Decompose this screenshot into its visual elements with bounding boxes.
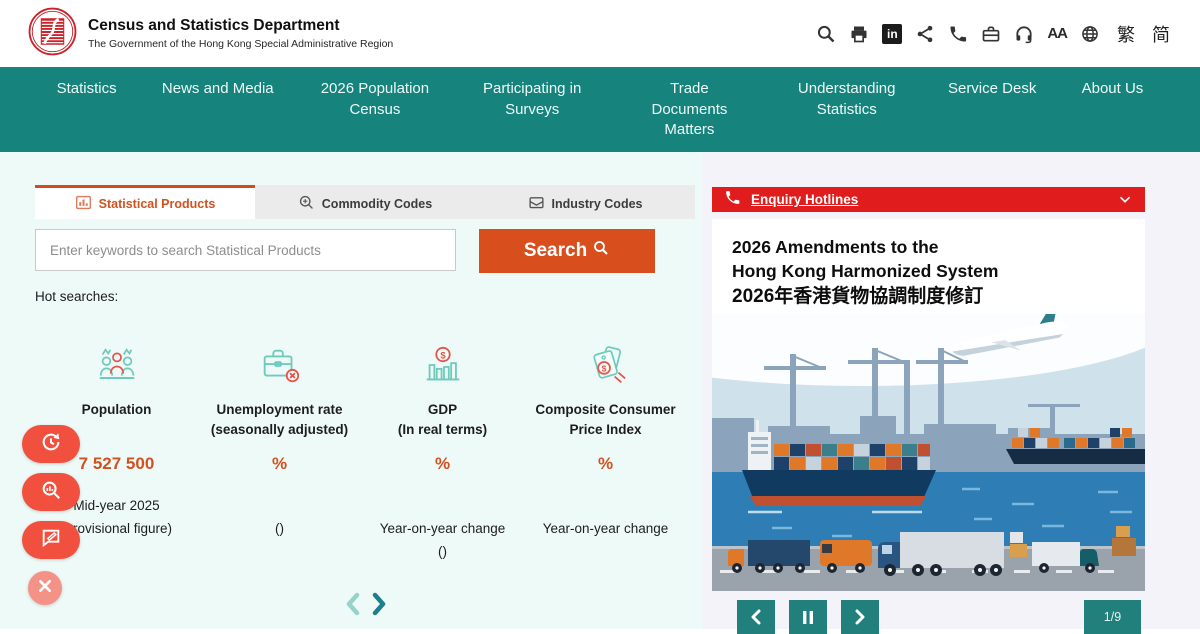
card-title: GDP(In real terms) — [361, 400, 524, 452]
nav-item-news-and-media[interactable]: News and Media — [162, 79, 274, 152]
tab-industry-codes[interactable]: Industry Codes — [475, 185, 695, 219]
header-utility-icons: in AA 繁 简 — [816, 21, 1170, 47]
search-button-label: Search — [524, 240, 587, 262]
search-statistics-float-button[interactable] — [22, 473, 80, 511]
key-statistics-cards: Population 7 527 500 Mid-year 2025(provi… — [35, 338, 695, 567]
close-float-buttons-button[interactable] — [28, 571, 62, 605]
globe-icon[interactable] — [1080, 24, 1100, 44]
search-button[interactable]: Search — [479, 229, 655, 273]
svg-text:$: $ — [601, 363, 606, 373]
nav-item-participating-in-surveys[interactable]: Participating in Surveys — [476, 79, 588, 152]
business-services-icon[interactable] — [981, 24, 1001, 44]
tab-statistical-products[interactable]: Statistical Products — [35, 185, 255, 219]
population-icon — [35, 338, 198, 394]
card-title: Composite Consumer Price Index — [524, 400, 687, 452]
cards-next-icon[interactable] — [369, 591, 389, 622]
card-gdp[interactable]: $ GDP(In real terms) % Year-on-year chan… — [361, 338, 524, 567]
cards-pager — [343, 591, 389, 622]
card-footnote: Year-on-year change — [524, 498, 687, 567]
port-logistics-illustration — [712, 314, 1145, 591]
statistical-products-icon — [75, 194, 92, 214]
enquiry-hotlines-label: Enquiry Hotlines — [751, 192, 858, 207]
promo-carousel-slide[interactable]: 2026 Amendments to the Hong Kong Harmoni… — [712, 219, 1145, 591]
main-content: Statistical Products Commodity Codes Ind… — [0, 152, 1200, 629]
search-tabs: Statistical Products Commodity Codes Ind… — [35, 185, 695, 219]
card-footnote: Year-on-year change() — [361, 498, 524, 567]
nav-item-2026-population-census[interactable]: 2026 Population Census — [319, 79, 431, 152]
history-icon — [40, 431, 62, 458]
card-composite-consumer-price-index[interactable]: $ Composite Consumer Price Index % Year-… — [524, 338, 687, 567]
nav-item-understanding-statistics[interactable]: Understanding Statistics — [791, 79, 903, 152]
feedback-float-button[interactable] — [22, 521, 80, 559]
tab-label: Commodity Codes — [322, 197, 432, 211]
nav-item-statistics[interactable]: Statistics — [57, 79, 117, 152]
search-button-magnifier-icon — [592, 239, 610, 263]
card-value: % — [198, 454, 361, 482]
phone-icon[interactable] — [948, 24, 968, 44]
headset-icon[interactable] — [1014, 24, 1034, 44]
search-panel: Statistical Products Commodity Codes Ind… — [35, 185, 695, 567]
lang-traditional-chinese[interactable]: 繁 — [1117, 21, 1135, 47]
share-icon[interactable] — [915, 24, 935, 44]
department-logo-link[interactable]: Census and Statistics Department The Gov… — [28, 7, 393, 61]
industry-codes-icon — [528, 194, 545, 214]
site-subtitle: The Government of the Hong Kong Special … — [88, 38, 393, 50]
card-footnote: () — [198, 498, 361, 567]
site-title: Census and Statistics Department — [88, 17, 393, 35]
cards-prev-icon[interactable] — [343, 591, 363, 622]
briefcase-x-icon — [198, 338, 361, 394]
tab-label: Industry Codes — [552, 197, 643, 211]
search-statistics-icon — [40, 479, 62, 506]
svg-text:$: $ — [440, 350, 446, 361]
commodity-codes-icon — [298, 194, 315, 214]
feedback-icon — [40, 527, 62, 554]
phone-handset-icon — [724, 189, 741, 211]
right-panel: Enquiry Hotlines 2026 Amendments to the … — [712, 187, 1145, 591]
hot-searches-label: Hot searches: — [35, 289, 695, 304]
search-icon[interactable] — [816, 24, 836, 44]
gdp-bars-coin-icon: $ — [361, 338, 524, 394]
lang-simplified-chinese[interactable]: 简 — [1152, 21, 1170, 47]
tab-label: Statistical Products — [99, 197, 216, 211]
chevron-down-icon[interactable] — [1117, 193, 1133, 207]
close-icon — [37, 578, 53, 599]
card-title: Unemployment rate(seasonally adjusted) — [198, 400, 361, 452]
site-header: Census and Statistics Department The Gov… — [0, 0, 1200, 67]
history-float-button[interactable] — [22, 425, 80, 463]
print-icon[interactable] — [849, 24, 869, 44]
price-tags-icon: $ — [524, 338, 687, 394]
card-unemployment-rate[interactable]: Unemployment rate(seasonally adjusted) %… — [198, 338, 361, 567]
carousel-slide-title: 2026 Amendments to the Hong Kong Harmoni… — [712, 219, 1145, 311]
card-value: % — [361, 454, 524, 482]
nav-item-about-us[interactable]: About Us — [1082, 79, 1144, 152]
main-navigation: Statistics News and Media 2026 Populatio… — [0, 67, 1200, 152]
font-size-icon[interactable]: AA — [1047, 25, 1067, 42]
enquiry-hotlines-banner[interactable]: Enquiry Hotlines — [712, 187, 1145, 212]
nav-item-trade-documents-matters[interactable]: Trade Documents Matters — [633, 79, 745, 152]
card-value: % — [524, 454, 687, 482]
department-logo-icon — [28, 7, 77, 61]
nav-item-service-desk[interactable]: Service Desk — [948, 79, 1036, 152]
search-input[interactable] — [35, 229, 456, 271]
linkedin-icon[interactable]: in — [882, 24, 902, 44]
tab-commodity-codes[interactable]: Commodity Codes — [255, 185, 475, 219]
